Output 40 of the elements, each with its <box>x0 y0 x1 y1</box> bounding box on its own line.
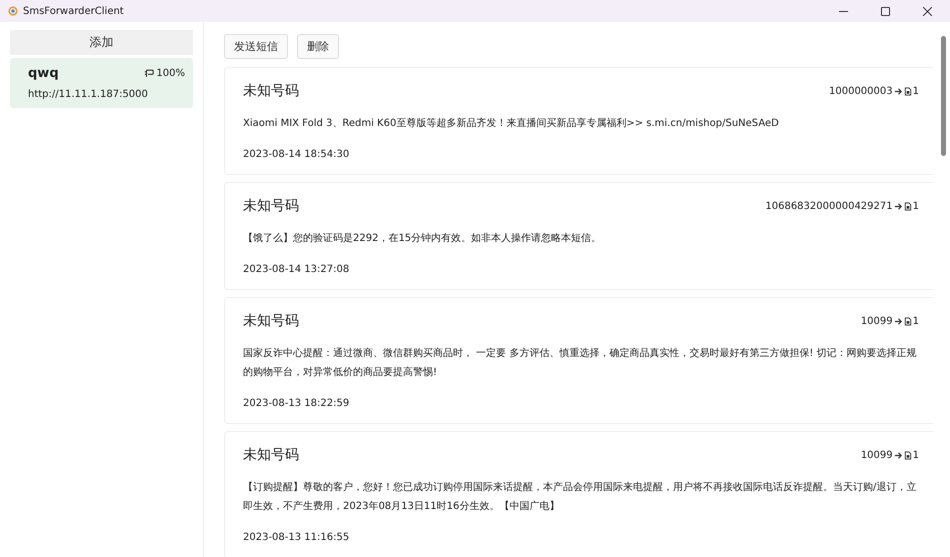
device-url: http://11.11.1.187:5000 <box>28 89 149 100</box>
message-body: 【饿了么】您的验证码是2292，在15分钟内有效。如非本人操作请忽略本短信。 <box>243 232 602 246</box>
sender-number: 10099 <box>860 316 893 326</box>
device-name: qwq <box>28 66 59 81</box>
message-body: 【订购提醒】尊敬的客户，您好！您已成功订购停用国际来话提醒，本产品会停用国际来电提醒，用户将不再接收国际电话反诈提醒。当天订购/退订，立即生效，不产生费用，2023年08月13日11时16分生效。【中国广电】 <box>243 480 918 514</box>
sim-card-icon <box>904 316 912 326</box>
contact-name: 未知号码 <box>243 446 299 464</box>
sim-slot: 1 <box>912 450 919 460</box>
contact-name: 未知号码 <box>243 82 299 100</box>
app-icon <box>8 6 18 16</box>
sim-card-icon <box>904 450 912 460</box>
message-time: 2023-08-14 18:54:30 <box>243 149 350 160</box>
sender-number: 1000000003 <box>829 86 893 96</box>
close-icon[interactable] <box>923 6 932 16</box>
sender-number: 10686832000000429271 <box>765 200 893 212</box>
message-body: Xiaomi MIX Fold 3、Redmi K60至尊版等超多新品齐发！来直播间买新品享专属福利>> s.mi.cn/mishop/SuNeSAeD <box>243 116 780 131</box>
window-title: SmsForwarderClient <box>23 6 124 16</box>
battery-level: 100% <box>156 68 185 79</box>
sim-card-icon <box>904 202 912 210</box>
arrow-icon <box>894 316 903 326</box>
message-time: 2023-08-13 18:22:59 <box>243 398 350 409</box>
sim-slot: 1 <box>912 86 919 96</box>
contact-name: 未知号码 <box>243 197 299 215</box>
sim-slot: 1 <box>912 200 919 212</box>
add-button[interactable]: 添加 <box>10 30 193 55</box>
arrow-icon <box>894 450 903 460</box>
message-body: 国家反诈中心提醒：通过微商、微信群购买商品时， 一定要 多方评估、慎重选择，确定商品真实性，交易时最好有第三方做担保! 切记：网购要选择正规的购物平台，对异常低价的商品要提高警惕! <box>243 346 918 380</box>
toolbar-button[interactable]: 发送短信 <box>224 34 288 59</box>
sender-number: 10099 <box>860 450 893 460</box>
toolbar-button[interactable]: 删除 <box>297 34 339 59</box>
charger-icon <box>144 69 154 78</box>
sim-slot: 1 <box>912 316 919 326</box>
sim-card-icon <box>904 86 912 96</box>
device-item[interactable]: qwq 100% http://11.11.1.187:5000 <box>10 58 193 108</box>
arrow-icon <box>894 202 903 210</box>
message-time: 2023-08-14 13:27:08 <box>243 264 350 275</box>
contact-name: 未知号码 <box>243 312 299 330</box>
maximize-icon[interactable] <box>881 6 890 16</box>
message-time: 2023-08-13 11:16:55 <box>243 532 350 543</box>
arrow-icon <box>894 86 903 96</box>
